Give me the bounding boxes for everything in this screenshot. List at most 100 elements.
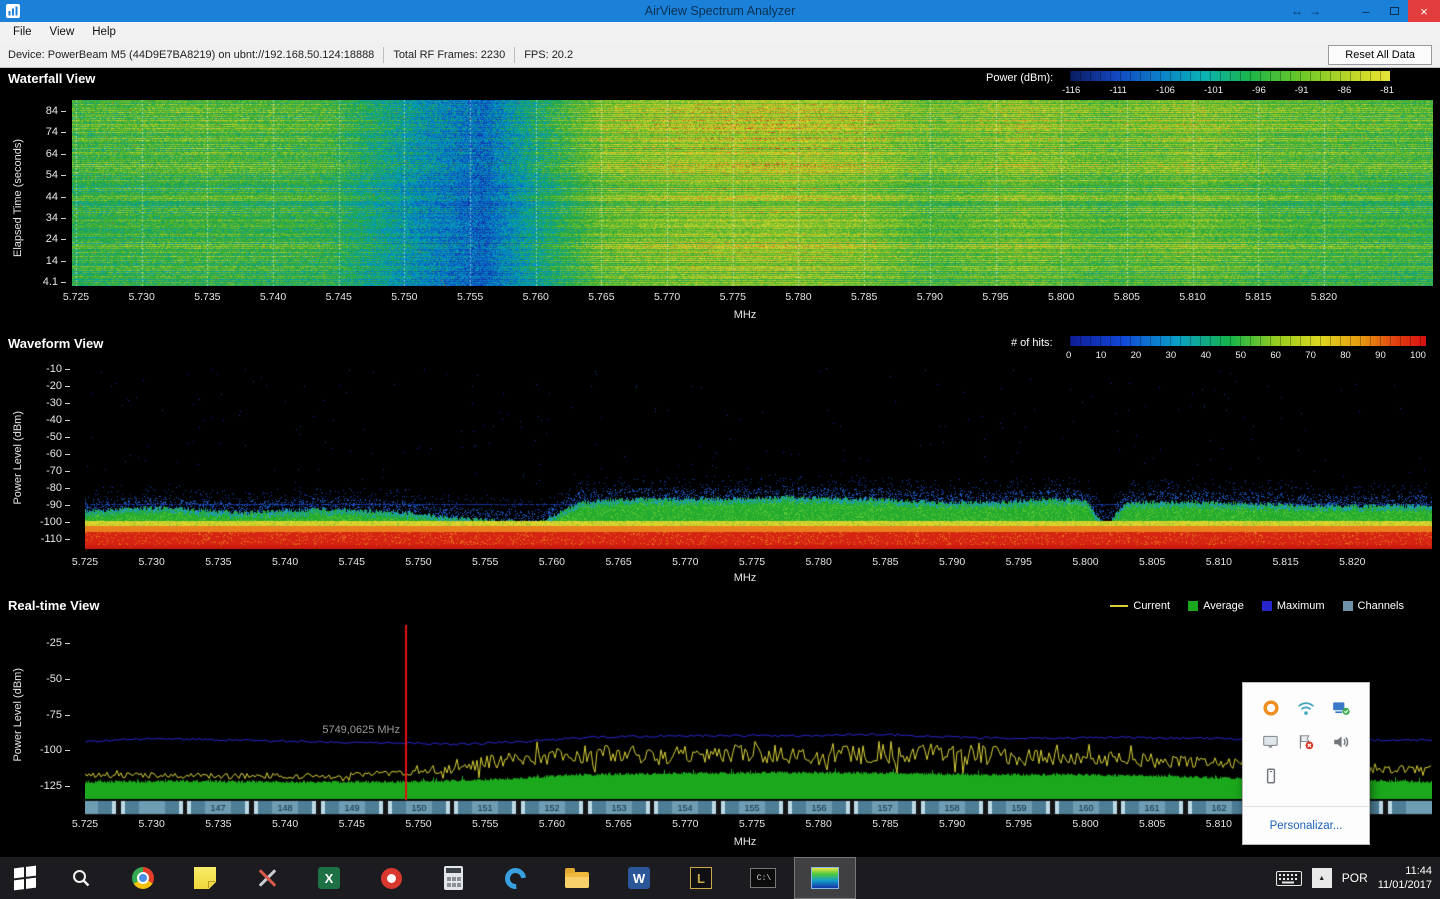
- legend-tick: 30: [1166, 350, 1177, 361]
- y-tick: -50: [46, 432, 70, 443]
- maximize-button[interactable]: [1380, 0, 1408, 22]
- x-tick: 5.755: [472, 556, 498, 568]
- x-tick: 5.765: [605, 818, 631, 830]
- hits-gradient-bar: [1070, 336, 1426, 346]
- waveform-x-ticks: 5.7255.7305.7355.7405.7455.7505.7555.760…: [0, 556, 1440, 570]
- realtime-view-title: Real-time View: [8, 598, 100, 613]
- maximum-swatch-icon: [1262, 601, 1272, 611]
- resize-icon[interactable]: ↔: [1288, 4, 1306, 18]
- realtime-legend: Current Average Maximum Channels: [1110, 600, 1404, 612]
- x-tick: 5.775: [739, 556, 765, 568]
- taskbar-app-airview-active[interactable]: [794, 857, 856, 899]
- taskbar-app-excel[interactable]: X: [298, 857, 360, 899]
- taskbar-app-sticky-notes[interactable]: [174, 857, 236, 899]
- menu-view[interactable]: View: [41, 24, 84, 40]
- excel-icon: X: [318, 867, 340, 889]
- x-tick: 5.765: [605, 556, 631, 568]
- x-tick: 5.755: [472, 818, 498, 830]
- x-tick: 5.815: [1245, 291, 1271, 303]
- x-tick: 5.780: [806, 556, 832, 568]
- legend-tick: 50: [1235, 350, 1246, 361]
- menubar: File View Help: [0, 22, 1440, 42]
- y-tick: -100: [40, 517, 70, 528]
- current-swatch-icon: [1110, 605, 1128, 607]
- x-tick: 5.770: [672, 818, 698, 830]
- popout-icon[interactable]: →: [1306, 4, 1324, 18]
- x-tick: 5.785: [872, 818, 898, 830]
- close-button[interactable]: ×: [1408, 0, 1440, 22]
- x-tick: 5.760: [539, 556, 565, 568]
- taskbar-app-file-explorer[interactable]: [546, 857, 608, 899]
- taskbar-app-league-of-legends[interactable]: L: [670, 857, 732, 899]
- waterfall-spectrogram: [72, 100, 1433, 286]
- search-icon: [70, 867, 92, 889]
- taskbar-app-calculator[interactable]: [422, 857, 484, 899]
- x-tick: 5.805: [1139, 556, 1165, 568]
- blue-crescent-app-icon: [500, 863, 530, 893]
- x-tick: 5.770: [654, 291, 680, 303]
- reset-all-data-button[interactable]: Reset All Data: [1328, 45, 1432, 65]
- y-tick: -60: [46, 449, 70, 460]
- x-tick: 5.790: [917, 291, 943, 303]
- legend-current: Current: [1133, 600, 1170, 612]
- flag-alert-icon[interactable]: [1295, 731, 1317, 753]
- rf-frames-count: Total RF Frames: 2230: [393, 49, 505, 61]
- waveform-y-axis-label: Power Level (dBm): [12, 368, 24, 548]
- x-tick: 5.735: [205, 556, 231, 568]
- taskbar-app-blue-crescent[interactable]: [484, 857, 546, 899]
- x-tick: 5.750: [405, 556, 431, 568]
- x-tick: 5.725: [72, 556, 98, 568]
- clock-time: 11:44: [1378, 864, 1432, 878]
- x-tick: 5.805: [1139, 818, 1165, 830]
- tray-expand-button[interactable]: ▲: [1312, 868, 1332, 888]
- average-swatch-icon: [1188, 601, 1198, 611]
- legend-tick: 20: [1131, 350, 1142, 361]
- menu-help[interactable]: Help: [83, 24, 125, 40]
- taskbar-clock[interactable]: 11:44 11/01/2017: [1378, 864, 1432, 893]
- tray-overflow-popup: Personalizar...: [1242, 682, 1370, 845]
- customize-link[interactable]: Personalizar...: [1270, 820, 1343, 832]
- device-info: Device: PowerBeam M5 (44D9E7BA8219) on u…: [8, 49, 374, 61]
- power-legend-ticks: -116-111-106-101-96-91-86-81: [1062, 85, 1394, 96]
- minimize-button[interactable]: –: [1352, 0, 1380, 22]
- taskbar-app-red-circle[interactable]: [360, 857, 422, 899]
- taskbar-app-command-prompt[interactable]: C:\: [732, 857, 794, 899]
- x-tick: 5.730: [129, 291, 155, 303]
- titlebar: AirView Spectrum Analyzer ↔ → – ×: [0, 0, 1440, 22]
- taskbar-app-crossed-tools[interactable]: [236, 857, 298, 899]
- waterfall-y-axis-label: Elapsed Time (seconds): [12, 108, 24, 288]
- taskbar-app-word[interactable]: W: [608, 857, 670, 899]
- x-tick: 5.815: [1272, 556, 1298, 568]
- touch-keyboard-icon[interactable]: [1276, 871, 1302, 886]
- volume-icon[interactable]: [1330, 731, 1352, 753]
- display-icon[interactable]: [1260, 731, 1282, 753]
- x-tick: 5.770: [672, 556, 698, 568]
- legend-tick: -106: [1156, 85, 1175, 96]
- battery-icon[interactable]: [1260, 765, 1282, 787]
- realtime-spectrum-plot[interactable]: [85, 625, 1432, 815]
- x-tick: 5.800: [1072, 818, 1098, 830]
- menu-file[interactable]: File: [4, 24, 41, 40]
- league-of-legends-icon: L: [690, 867, 712, 889]
- y-tick: 34: [46, 213, 66, 224]
- window-controls: ↔ → – ×: [1288, 0, 1440, 22]
- language-indicator[interactable]: POR: [1342, 871, 1368, 885]
- x-tick: 5.810: [1179, 291, 1205, 303]
- legend-maximum: Maximum: [1277, 600, 1325, 612]
- taskbar-app-search[interactable]: [50, 857, 112, 899]
- legend-tick: 60: [1270, 350, 1281, 361]
- x-tick: 5.740: [272, 556, 298, 568]
- wifi-icon[interactable]: [1295, 697, 1317, 719]
- pc-sync-icon[interactable]: [1330, 697, 1352, 719]
- waterfall-view-title: Waterfall View: [8, 71, 95, 86]
- legend-tick: 0: [1066, 350, 1071, 361]
- x-tick: 5.735: [194, 291, 220, 303]
- start-button[interactable]: [0, 857, 50, 899]
- x-tick: 5.765: [588, 291, 614, 303]
- waveform-x-axis-label: MHz: [700, 572, 790, 584]
- x-tick: 5.755: [457, 291, 483, 303]
- taskbar-app-chrome[interactable]: [112, 857, 174, 899]
- realtime-y-axis-label: Power Level (dBm): [12, 636, 24, 794]
- x-tick: 5.775: [739, 818, 765, 830]
- orange-ring-icon[interactable]: [1260, 697, 1282, 719]
